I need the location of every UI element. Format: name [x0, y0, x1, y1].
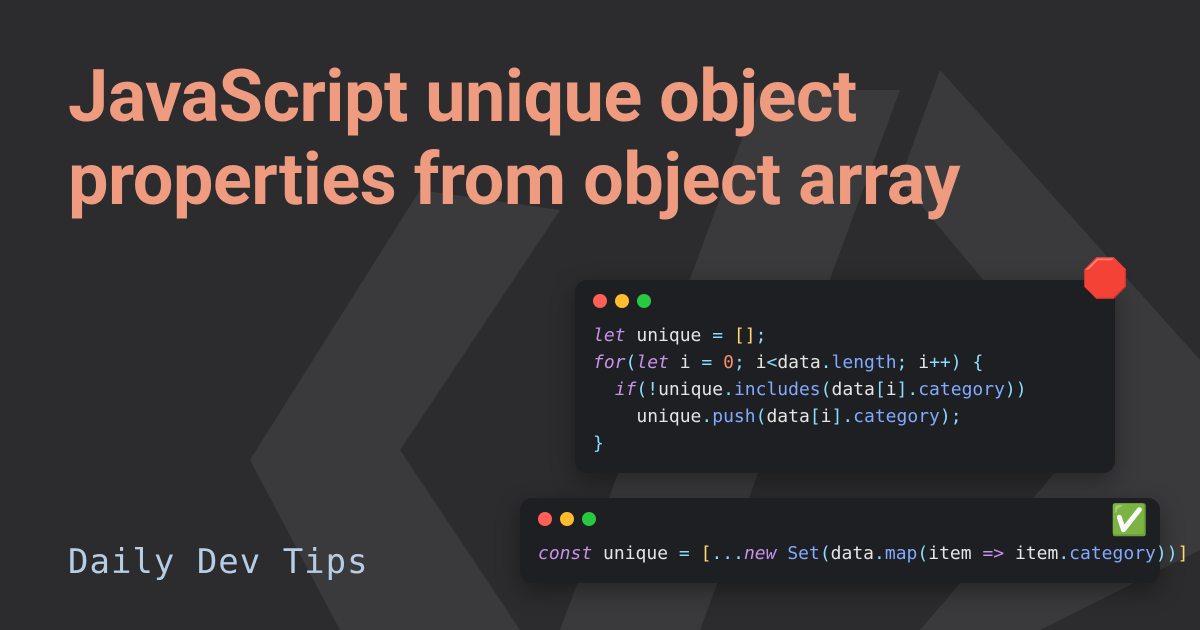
code-block-bad: let unique = []; for(let i = 0; i<data.l… [593, 322, 1097, 457]
close-dot-icon [538, 512, 552, 526]
minimize-dot-icon [560, 512, 574, 526]
zoom-dot-icon [637, 294, 651, 308]
window-controls [538, 512, 1142, 526]
code-example-good: ✅ const unique = [...new Set(data.map(it… [520, 498, 1160, 583]
check-icon: ✅ [1111, 506, 1148, 536]
close-dot-icon [593, 294, 607, 308]
code-block-good: const unique = [...new Set(data.map(item… [538, 540, 1142, 567]
minimize-dot-icon [615, 294, 629, 308]
site-brand: Daily Dev Tips [68, 542, 369, 582]
window-controls [593, 294, 1097, 308]
page-title: JavaScript unique object properties from… [68, 56, 1140, 222]
stop-icon: 🛑 [1082, 260, 1129, 298]
zoom-dot-icon [582, 512, 596, 526]
code-example-bad: 🛑 let unique = []; for(let i = 0; i<data… [575, 280, 1115, 473]
